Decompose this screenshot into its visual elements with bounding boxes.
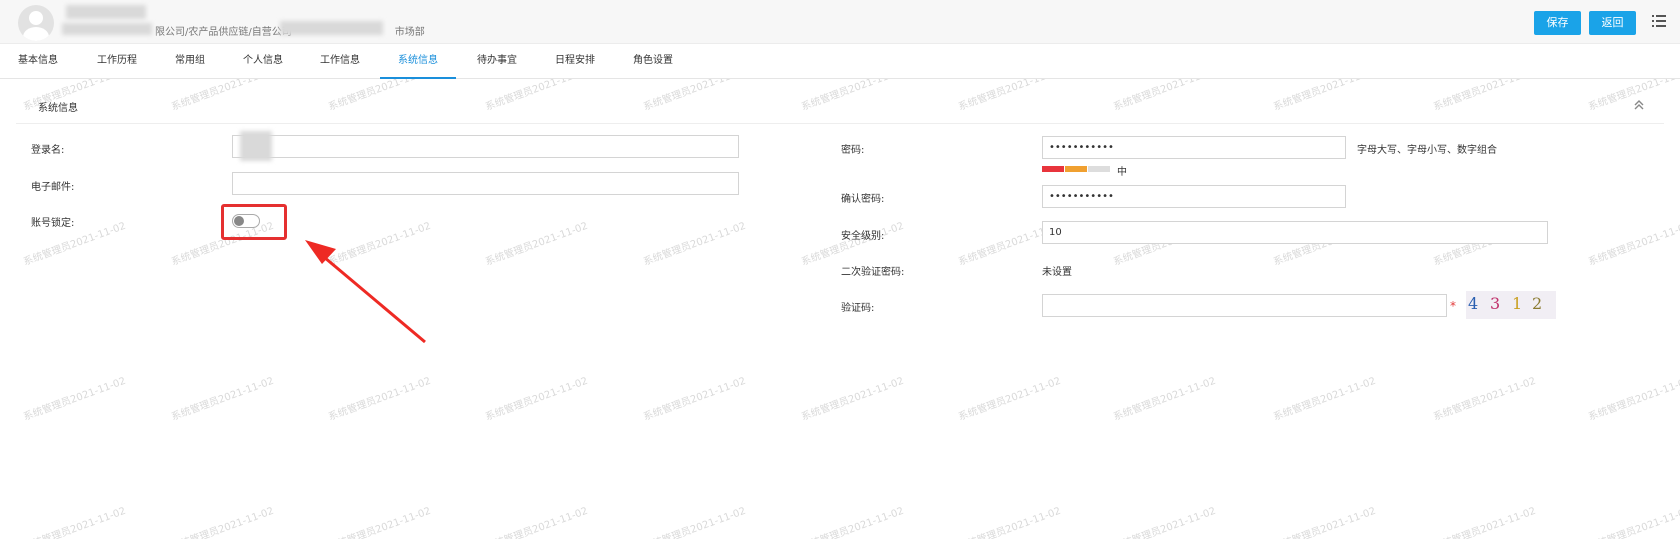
watermark-text: 系统管理员2021-11-02	[327, 505, 433, 539]
highlight-annotation-box	[221, 204, 287, 240]
captcha-digit-2: 3	[1490, 294, 1501, 313]
watermark-text: 系统管理员2021-11-02	[1272, 505, 1378, 539]
confirm-password-label: 确认密码:	[841, 194, 885, 205]
watermark-text: 系统管理员2021-11-02	[1587, 220, 1680, 269]
captcha-label: 验证码:	[841, 303, 875, 314]
watermark-text: 系统管理员2021-11-02	[484, 375, 590, 424]
redacted-login-name	[240, 131, 272, 161]
avatar-head-shape	[29, 11, 43, 25]
tab-role-settings[interactable]: 角色设置	[633, 44, 673, 79]
password-strength-label: 中	[1117, 167, 1127, 178]
watermark-text: 系统管理员2021-11-02	[800, 505, 906, 539]
avatar-shoulders-shape	[23, 27, 49, 41]
avatar	[18, 5, 54, 41]
top-bar: 限公司/农产品供应链/自营公司 市场部 保存 返回	[0, 0, 1680, 44]
password-input[interactable]: •••••••••••	[1042, 136, 1346, 159]
watermark-text: 系统管理员2021-11-02	[170, 505, 276, 539]
email-input[interactable]	[232, 172, 739, 195]
watermark-text: 系统管理员2021-11-02	[1112, 505, 1218, 539]
watermark-text: 系统管理员2021-11-02	[22, 505, 128, 539]
watermark-text: 系统管理员2021-11-02	[327, 375, 433, 424]
watermark-text: 系统管理员2021-11-02	[1587, 375, 1680, 424]
captcha-digit-4: 2	[1532, 294, 1543, 313]
section-title: 系统信息	[38, 103, 78, 114]
confirm-password-input[interactable]: •••••••••••	[1042, 185, 1346, 208]
watermark-text: 系统管理员2021-11-02	[800, 375, 906, 424]
watermark-text: 系统管理员2021-11-02	[1432, 505, 1538, 539]
second-verify-label: 二次验证密码:	[841, 267, 905, 278]
org-path-tail: 市场部	[394, 27, 425, 38]
redacted-org-segment	[280, 21, 383, 35]
watermark-text: 系统管理员2021-11-02	[1432, 375, 1538, 424]
watermark-text: 系统管理员2021-11-02	[1587, 505, 1680, 539]
tab-bar: 基本信息 工作历程 常用组 个人信息 工作信息 系统信息 待办事宜 日程安排 角…	[0, 44, 1680, 79]
section-header: 系统信息	[16, 92, 1664, 124]
watermark-text: 系统管理员2021-11-02	[800, 220, 906, 269]
required-star: *	[1450, 299, 1456, 313]
password-label: 密码:	[841, 145, 865, 156]
redacted-user-name	[66, 5, 146, 19]
watermark-text: 系统管理员2021-11-02	[484, 220, 590, 269]
password-strength-weak-bar	[1042, 166, 1064, 172]
tab-schedule[interactable]: 日程安排	[555, 44, 595, 79]
back-button[interactable]: 返回	[1589, 11, 1636, 35]
password-hint: 字母大写、字母小写、数字组合	[1357, 145, 1497, 156]
tab-personal-info[interactable]: 个人信息	[243, 44, 283, 79]
collapse-icon[interactable]	[1632, 98, 1646, 112]
watermark-text: 系统管理员2021-11-02	[642, 375, 748, 424]
password-strength-medium-bar	[1065, 166, 1087, 172]
tab-common-groups[interactable]: 常用组	[175, 44, 205, 79]
captcha-image[interactable]: 4 3 1 2	[1466, 291, 1556, 319]
security-level-label: 安全级别:	[841, 231, 885, 242]
tab-system-info[interactable]: 系统信息	[380, 44, 456, 79]
watermark-text: 系统管理员2021-11-02	[957, 375, 1063, 424]
captcha-digit-3: 1	[1512, 294, 1523, 313]
captcha-input[interactable]	[1042, 294, 1447, 317]
security-level-input[interactable]: 10	[1042, 221, 1548, 244]
account-lock-label: 账号锁定:	[31, 218, 75, 229]
watermark-text: 系统管理员2021-11-02	[22, 375, 128, 424]
second-verify-value: 未设置	[1042, 267, 1072, 278]
watermark-text: 系统管理员2021-11-02	[1272, 375, 1378, 424]
watermark-text: 系统管理员2021-11-02	[642, 220, 748, 269]
watermark-text: 系统管理员2021-11-02	[327, 220, 433, 269]
watermark-text: 系统管理员2021-11-02	[1112, 375, 1218, 424]
list-menu-icon[interactable]	[1652, 15, 1666, 27]
tab-todo[interactable]: 待办事宜	[477, 44, 517, 79]
watermark-text: 系统管理员2021-11-02	[642, 505, 748, 539]
tab-work-info[interactable]: 工作信息	[320, 44, 360, 79]
login-name-label: 登录名:	[31, 145, 65, 156]
email-label: 电子邮件:	[31, 182, 75, 193]
save-button[interactable]: 保存	[1534, 11, 1581, 35]
org-path-middle: 限公司/农产品供应链/自营公司	[155, 27, 292, 38]
tab-basic-info[interactable]: 基本信息	[18, 44, 58, 79]
watermark-text: 系统管理员2021-11-02	[957, 505, 1063, 539]
watermark-text: 系统管理员2021-11-02	[170, 375, 276, 424]
tab-work-history[interactable]: 工作历程	[97, 44, 137, 79]
watermark-text: 系统管理员2021-11-02	[484, 505, 590, 539]
red-arrow-annotation	[305, 240, 426, 344]
password-strength-strong-bar	[1088, 166, 1110, 172]
login-name-input[interactable]	[232, 135, 739, 158]
captcha-digit-1: 4	[1468, 294, 1479, 313]
